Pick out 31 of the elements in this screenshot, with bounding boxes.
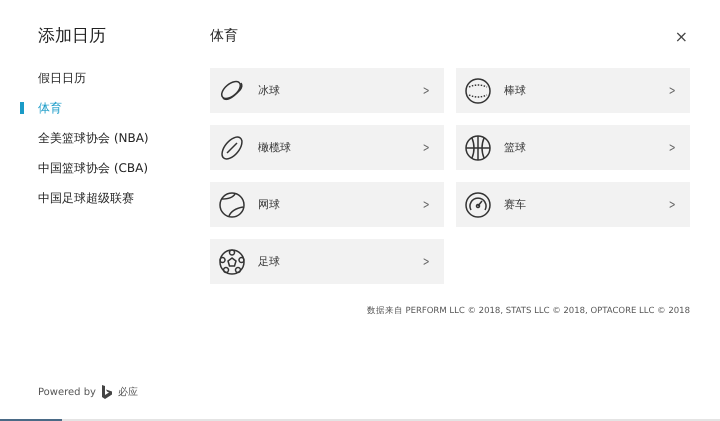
brand-label: 必应: [118, 386, 138, 399]
chevron-icon: >: [668, 82, 675, 98]
sport-tile[interactable]: 橄榄球 >: [210, 125, 444, 170]
section-title: 体育: [210, 27, 238, 45]
sidebar-item[interactable]: 假日日历: [38, 67, 172, 89]
selection-indicator: [20, 102, 24, 114]
sport-tile[interactable]: 篮球 >: [456, 125, 690, 170]
powered-by-label: Powered by: [38, 386, 96, 398]
sport-tile[interactable]: 棒球 >: [456, 68, 690, 113]
bing-logo-icon: [102, 385, 112, 399]
chevron-icon: >: [668, 196, 675, 212]
sport-tile[interactable]: 网球 >: [210, 182, 444, 227]
sidebar-title: 添加日历: [38, 25, 107, 47]
chevron-icon: >: [422, 254, 429, 270]
close-button[interactable]: ×: [672, 26, 690, 46]
sidebar-item[interactable]: 中国篮球协会 (CBA): [38, 157, 172, 179]
chevron-icon: >: [422, 196, 429, 212]
sidebar-item[interactable]: 全美篮球协会 (NBA): [38, 127, 172, 149]
gauge-icon: [464, 190, 492, 218]
chevron-icon: >: [422, 140, 429, 156]
data-credit: 数据来自 PERFORM LLC © 2018, STATS LLC © 2018, OPTACORE LLC © 2018: [366, 305, 690, 317]
sport-tile[interactable]: 冰球 >: [210, 68, 444, 113]
tennis-ball-icon: [218, 190, 246, 218]
sport-tile[interactable]: 赛车 >: [456, 182, 690, 227]
sport-tile[interactable]: 足球 >: [210, 239, 444, 284]
sidebar-item[interactable]: 中国足球超级联赛: [38, 187, 172, 209]
basketball-icon: [464, 134, 492, 162]
baseball-icon: [464, 76, 492, 104]
chevron-icon: >: [422, 82, 429, 98]
soccer-ball-icon: [218, 248, 246, 276]
chevron-icon: >: [668, 140, 675, 156]
